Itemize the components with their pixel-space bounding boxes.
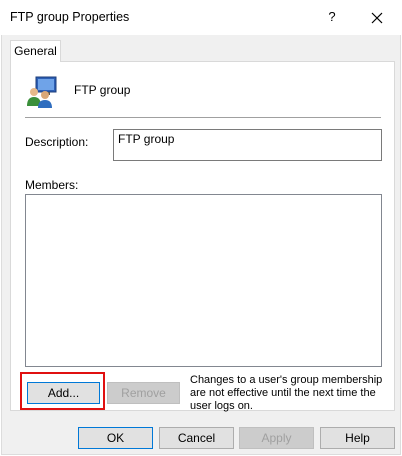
title-bar: FTP group Properties ? [0,0,402,35]
separator-line [25,117,381,118]
users-group-icon [27,76,57,108]
close-button[interactable] [362,4,392,30]
ok-button[interactable]: OK [78,427,153,449]
members-list[interactable] [25,194,382,367]
description-field[interactable]: FTP group [113,129,382,161]
members-label: Members: [25,178,79,192]
apply-button[interactable]: Apply [239,427,314,449]
cancel-button[interactable]: Cancel [159,427,234,449]
general-tab-panel: FTP group Description: FTP group Members… [10,61,395,412]
help-question-button[interactable]: ? [318,4,346,30]
membership-note: Changes to a user's group membership are… [190,374,383,412]
help-button[interactable]: Help [320,427,395,449]
remove-member-button[interactable]: Remove [107,382,180,404]
tab-general[interactable]: General [10,40,61,62]
group-name-label: FTP group [74,83,131,97]
dialog-client-area: General FTP group Description: FTP group… [1,35,401,455]
window-title: FTP group Properties [10,10,130,24]
close-icon [371,12,383,24]
description-label: Description: [25,135,89,149]
add-member-button[interactable]: Add... [27,382,100,404]
